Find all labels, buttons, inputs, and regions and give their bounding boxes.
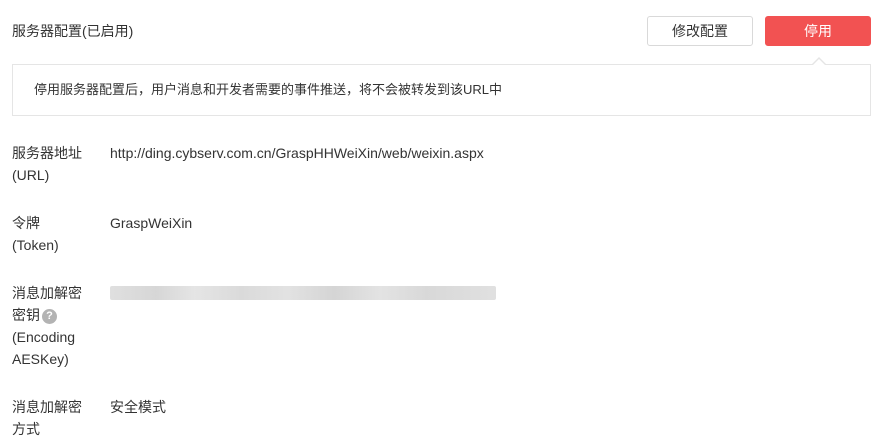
encrypt-mode-label-line2: 方式 — [12, 421, 40, 437]
token-value: GraspWeiXin — [110, 215, 193, 231]
tip-arrow — [812, 59, 826, 66]
url-label-line1: 服务器地址 — [12, 145, 82, 161]
url-label: 服务器地址 (URL) — [12, 142, 102, 186]
aeskey-label: 消息加解密 密钥? (Encoding AESKey) — [12, 282, 102, 370]
aeskey-label-line4: AESKey) — [12, 351, 69, 367]
aeskey-label-line1: 消息加解密 — [12, 285, 82, 301]
disable-tip-popover: 停用服务器配置后，用户消息和开发者需要的事件推送，将不会被转发到该URL中 — [12, 57, 871, 116]
token-label-line2: (Token) — [12, 237, 59, 253]
tip-text: 停用服务器配置后，用户消息和开发者需要的事件推送，将不会被转发到该URL中 — [34, 82, 503, 97]
help-question-icon[interactable]: ? — [42, 309, 57, 324]
page-title: 服务器配置(已启用) — [12, 23, 134, 39]
modify-config-button[interactable]: 修改配置 — [647, 16, 753, 46]
url-value: http://ding.cybserv.com.cn/GraspHHWeiXin… — [110, 145, 484, 161]
token-label: 令牌 (Token) — [12, 212, 102, 256]
aeskey-label-line2-wrap: 密钥? — [12, 304, 102, 326]
encrypt-mode-value: 安全模式 — [110, 399, 166, 415]
url-label-line2: (URL) — [12, 167, 50, 183]
token-label-line1: 令牌 — [12, 215, 40, 231]
disable-button[interactable]: 停用 — [765, 16, 871, 46]
encrypt-mode-label: 消息加解密 方式 — [12, 396, 102, 440]
aeskey-label-line3: (Encoding — [12, 329, 76, 345]
server-config-page: 服务器配置(已启用) 修改配置 停用 停用服务器配置后，用户消息和开发者需要的事… — [0, 0, 877, 446]
encrypt-mode-label-line1: 消息加解密 — [12, 399, 82, 415]
aeskey-label-line2: 密钥 — [12, 307, 40, 323]
aeskey-value-redacted — [110, 286, 496, 300]
